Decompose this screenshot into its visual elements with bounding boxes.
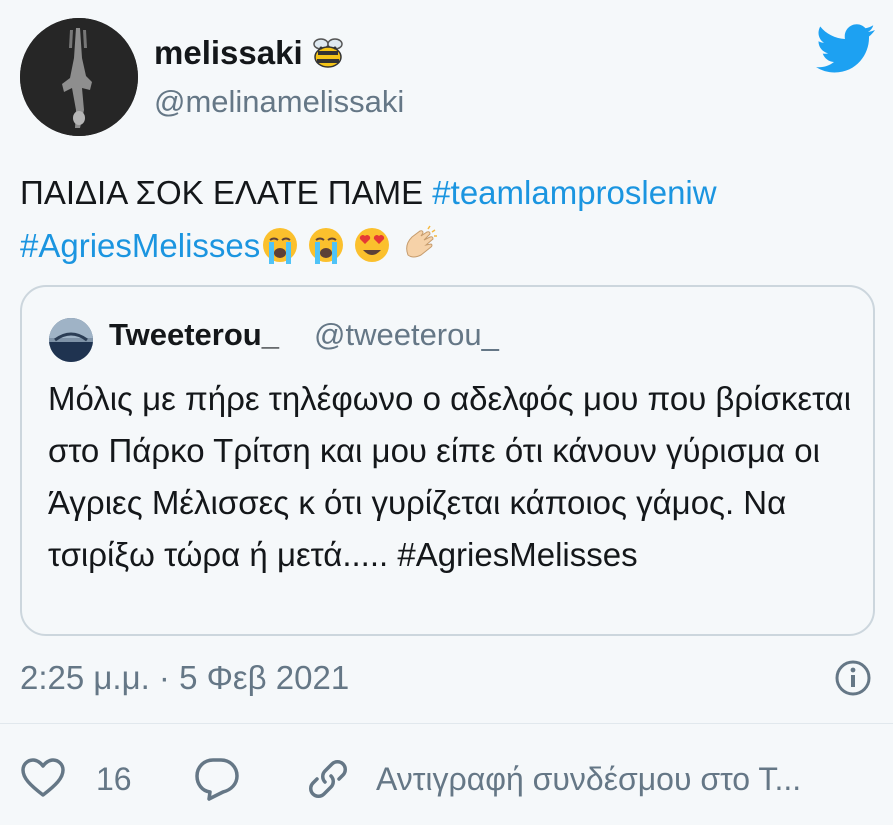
hashtag-agriesmelisses[interactable]: #AgriesMelisses <box>20 227 260 264</box>
loudly-crying-face-emoji <box>263 228 298 264</box>
tweet-timestamp[interactable]: 2:25 μ.μ. · 5 Φεβ 2021 <box>20 659 349 697</box>
reply-icon[interactable] <box>193 756 241 802</box>
quoted-author-avatar <box>49 318 93 362</box>
author-avatar[interactable] <box>20 18 138 136</box>
heart-icon[interactable] <box>20 757 66 799</box>
info-icon[interactable] <box>834 659 872 697</box>
heart-eyes-emoji <box>355 228 390 262</box>
quoted-tweet-text: Μόλις με πήρε τηλέφωνο ο αδελφός μου που… <box>48 380 852 573</box>
avatar-photo <box>20 18 138 136</box>
quoted-tweet-card[interactable]: Tweeterou_ @tweeterou_ Μόλις με πήρε τηλ… <box>20 285 875 636</box>
quoted-avatar-photo <box>49 318 93 362</box>
author-handle[interactable]: @melinamelissaki <box>154 84 404 120</box>
hashtag-teamlamprosleniw[interactable]: #teamlamprosleniw <box>432 174 716 211</box>
action-bar: 16 Αντιγραφή συνδέσμου στο Τ... <box>0 752 893 808</box>
divider <box>0 723 893 724</box>
clapping-hands-emoji <box>406 225 438 258</box>
tweet-text-plain: ΠΑΙΔΙΑ ΣΟΚ ΕΛΑΤΕ ΠΑΜΕ <box>20 174 433 211</box>
like-count: 16 <box>96 761 132 797</box>
copy-link-button[interactable]: Αντιγραφή συνδέσμου στο Τ... <box>376 761 801 798</box>
bee-emoji <box>312 38 343 68</box>
quoted-handle: @tweeterou_ <box>314 317 499 352</box>
link-icon[interactable] <box>305 756 351 802</box>
tweet-text: ΠΑΙΔΙΑ ΣΟΚ ΕΛΑΤΕ ΠΑΜΕ #teamlamprosleniw … <box>20 166 870 272</box>
author-name-text: melissaki <box>154 34 303 71</box>
quoted-display-name: Tweeterou_ <box>109 317 279 352</box>
loudly-crying-face-emoji <box>309 228 344 264</box>
author-display-name[interactable]: melissaki <box>154 34 347 72</box>
twitter-bird-icon[interactable] <box>815 24 877 74</box>
